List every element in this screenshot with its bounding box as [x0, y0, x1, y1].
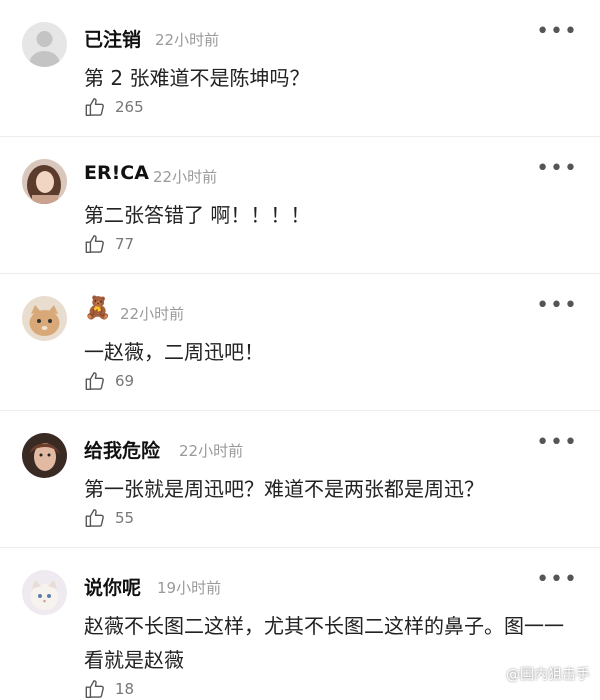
comment-username[interactable]: 说你呢 — [84, 573, 141, 600]
like-count: 265 — [115, 98, 144, 116]
like-count: 18 — [115, 680, 135, 698]
thumbs-up-icon — [85, 235, 104, 253]
user-avatar-woman[interactable] — [22, 433, 67, 478]
comment-text: 第一张就是周迅吧？难道不是两张都是周迅？ — [84, 477, 484, 501]
comment-text: 第二张答错了 啊！！！！ — [84, 203, 311, 227]
thumbs-up-icon — [85, 98, 104, 116]
comment-username[interactable]: ER!CA — [84, 162, 149, 184]
more-options-icon[interactable]: ••• — [536, 158, 578, 180]
comment-time: 22小时前 — [120, 305, 185, 323]
comment-time: 22小时前 — [179, 442, 244, 460]
comment-item: 已注销 22小时前 ••• 第 2 张难道不是陈坤吗？ 265 — [0, 0, 600, 137]
like-button[interactable]: 18 — [84, 678, 134, 700]
like-button[interactable]: 265 — [84, 96, 144, 118]
like-button[interactable]: 69 — [84, 370, 134, 392]
comment-time: 22小时前 — [155, 31, 220, 49]
watermark: @国内狙击手 — [484, 664, 590, 684]
comment-username[interactable]: 给我危险 — [84, 436, 160, 463]
comment-username[interactable]: 🧸 — [84, 296, 111, 321]
weibo-logo-icon — [484, 668, 501, 681]
comment-item: 🧸 22小时前 ••• 一赵薇，二周迅吧！ 69 — [0, 274, 600, 411]
user-avatar-cat[interactable] — [22, 296, 67, 341]
more-options-icon[interactable]: ••• — [536, 295, 578, 317]
more-options-icon[interactable]: ••• — [536, 569, 578, 591]
like-button[interactable]: 55 — [84, 507, 134, 529]
comment-username[interactable]: 已注销 — [84, 25, 141, 52]
comment-text: 一赵薇，二周迅吧！ — [84, 340, 264, 364]
comment-text: 第 2 张难道不是陈坤吗？ — [84, 66, 310, 90]
thumbs-up-icon — [85, 509, 104, 527]
watermark-text: @国内狙击手 — [506, 667, 590, 683]
like-count: 77 — [115, 235, 135, 253]
like-count: 69 — [115, 372, 135, 390]
more-options-icon[interactable]: ••• — [536, 21, 578, 43]
default-avatar[interactable] — [22, 22, 67, 67]
comment-time: 19小时前 — [157, 579, 222, 597]
comment-item: ER!CA 22小时前 ••• 第二张答错了 啊！！！！ 77 — [0, 137, 600, 274]
user-avatar-girl[interactable] — [22, 159, 67, 204]
like-count: 55 — [115, 509, 135, 527]
thumbs-up-icon — [85, 372, 104, 390]
more-options-icon[interactable]: ••• — [536, 432, 578, 454]
like-button[interactable]: 77 — [84, 233, 134, 255]
thumbs-up-icon — [85, 680, 104, 698]
user-avatar-kitten[interactable] — [22, 570, 67, 615]
comment-time: 22小时前 — [153, 168, 218, 186]
comment-item: 给我危险 22小时前 ••• 第一张就是周迅吧？难道不是两张都是周迅？ 55 — [0, 411, 600, 548]
